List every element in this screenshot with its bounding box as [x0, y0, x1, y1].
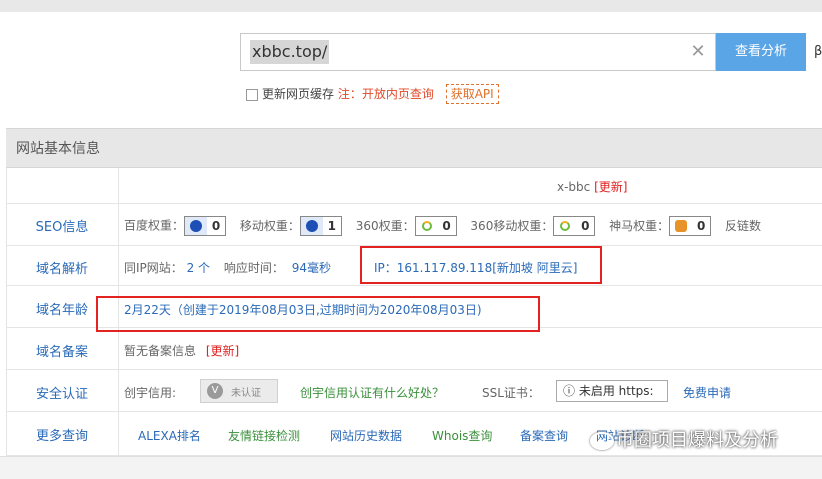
shenma-weight-badge[interactable]: 0 — [669, 216, 712, 236]
cache-label: 更新网页缓存 — [262, 87, 335, 101]
dns-values: 同IP网站： 2 个 响应时间： 94毫秒 — [124, 259, 331, 276]
cache-checkbox[interactable] — [246, 88, 258, 101]
highlight-box-ip — [360, 246, 602, 284]
query-button[interactable]: 查看分析 — [716, 33, 806, 71]
icp-label: 域名备案 — [35, 345, 88, 360]
baidu-weight-badge[interactable]: 0 — [184, 216, 227, 236]
backlinks-label: 反链数 — [725, 218, 762, 233]
more-label: 更多查询 — [35, 429, 88, 444]
security-label: 安全认证 — [35, 387, 88, 402]
panel-header — [6, 128, 822, 168]
whois-link[interactable]: Whois查询 — [432, 427, 492, 444]
s360-ring-icon — [415, 217, 438, 235]
verify-icon: V — [207, 383, 223, 399]
s360-weight-label: 360权重： — [355, 218, 415, 233]
icp-query-link[interactable]: 备案查询 — [520, 427, 568, 444]
search-value[interactable]: xbbc.top/ — [250, 40, 330, 64]
s360m-weight-badge[interactable]: 0 — [553, 216, 596, 236]
shenma-weight-label: 神马权重： — [609, 218, 670, 233]
cache-row: 更新网页缓存 注：开放内页查询 获取API — [246, 84, 499, 104]
watermark-text: 币圈项目爆料及分析 — [616, 430, 778, 451]
shenma-weight-value: 0 — [692, 217, 711, 235]
same-ip-label: 同IP网站： — [124, 261, 183, 275]
baidu-weight-value: 0 — [207, 217, 226, 235]
s360m-ring-icon — [554, 217, 577, 235]
mobile-weight-badge[interactable]: 1 — [299, 216, 342, 236]
s360m-weight-label: 360移动权重： — [470, 218, 554, 233]
get-api-button[interactable]: 获取API — [445, 84, 499, 104]
s360m-weight-value: 0 — [576, 217, 595, 235]
alexa-link[interactable]: ALEXA排名 — [138, 427, 201, 444]
cert-benefit-link[interactable]: 创宇信用认证有什么好处？ — [300, 384, 444, 401]
mobile-weight-label: 移动权重： — [239, 218, 300, 233]
baidu-weight-label: 百度权重： — [124, 218, 185, 233]
icp-update-link[interactable]: [更新] — [206, 344, 239, 358]
history-link[interactable]: 网站历史数据 — [330, 427, 402, 444]
same-ip-count[interactable]: 2 个 — [187, 261, 210, 275]
highlight-box-age — [96, 296, 540, 332]
table-row — [6, 168, 822, 204]
response-label: 响应时间： — [223, 261, 284, 275]
cert-badge[interactable]: V 未认证 — [200, 379, 278, 403]
icp-values: 暂无备案信息 [更新] — [124, 342, 239, 359]
free-apply-link[interactable]: 免费申请 — [683, 384, 731, 401]
site-name-row: x-bbc [更新] — [557, 178, 627, 195]
wechat-icon — [590, 432, 614, 450]
note-text: 注：开放内页查询 — [337, 87, 434, 101]
update-link[interactable]: [更新] — [594, 180, 627, 194]
chuangyu-label: 创宇信用: — [124, 386, 177, 400]
s360-weight-badge[interactable]: 0 — [414, 216, 457, 236]
baidu-paw-icon — [185, 217, 208, 235]
friend-link-check[interactable]: 友情链接检测 — [228, 427, 300, 444]
panel-title: 网站基本信息 — [16, 141, 100, 157]
seo-label: SEO信息 — [35, 220, 89, 235]
cert-status: 未认证 — [231, 387, 261, 399]
bottom-row — [0, 456, 822, 479]
site-name: x-bbc — [557, 180, 591, 194]
top-bar — [0, 0, 822, 12]
icp-value: 暂无备案信息 — [124, 344, 197, 358]
mobile-weight-value: 1 — [322, 217, 341, 235]
shenma-fox-icon — [670, 217, 693, 235]
clear-icon[interactable]: ✕ — [688, 40, 708, 64]
cut-off-text: β — [814, 44, 822, 59]
ssl-label: SSL证书： — [482, 386, 540, 400]
mobile-paw-icon — [300, 217, 323, 235]
ssl-status: ⓘ 未启用 https: — [556, 380, 668, 402]
seo-values: 百度权重： 0 移动权重： 1 360权重： 0 360移动权重： 0 神马权重： 0 反… — [124, 216, 761, 236]
dns-label: 域名解析 — [35, 262, 88, 277]
s360-weight-value: 0 — [437, 217, 456, 235]
response-value: 94毫秒 — [291, 261, 332, 275]
